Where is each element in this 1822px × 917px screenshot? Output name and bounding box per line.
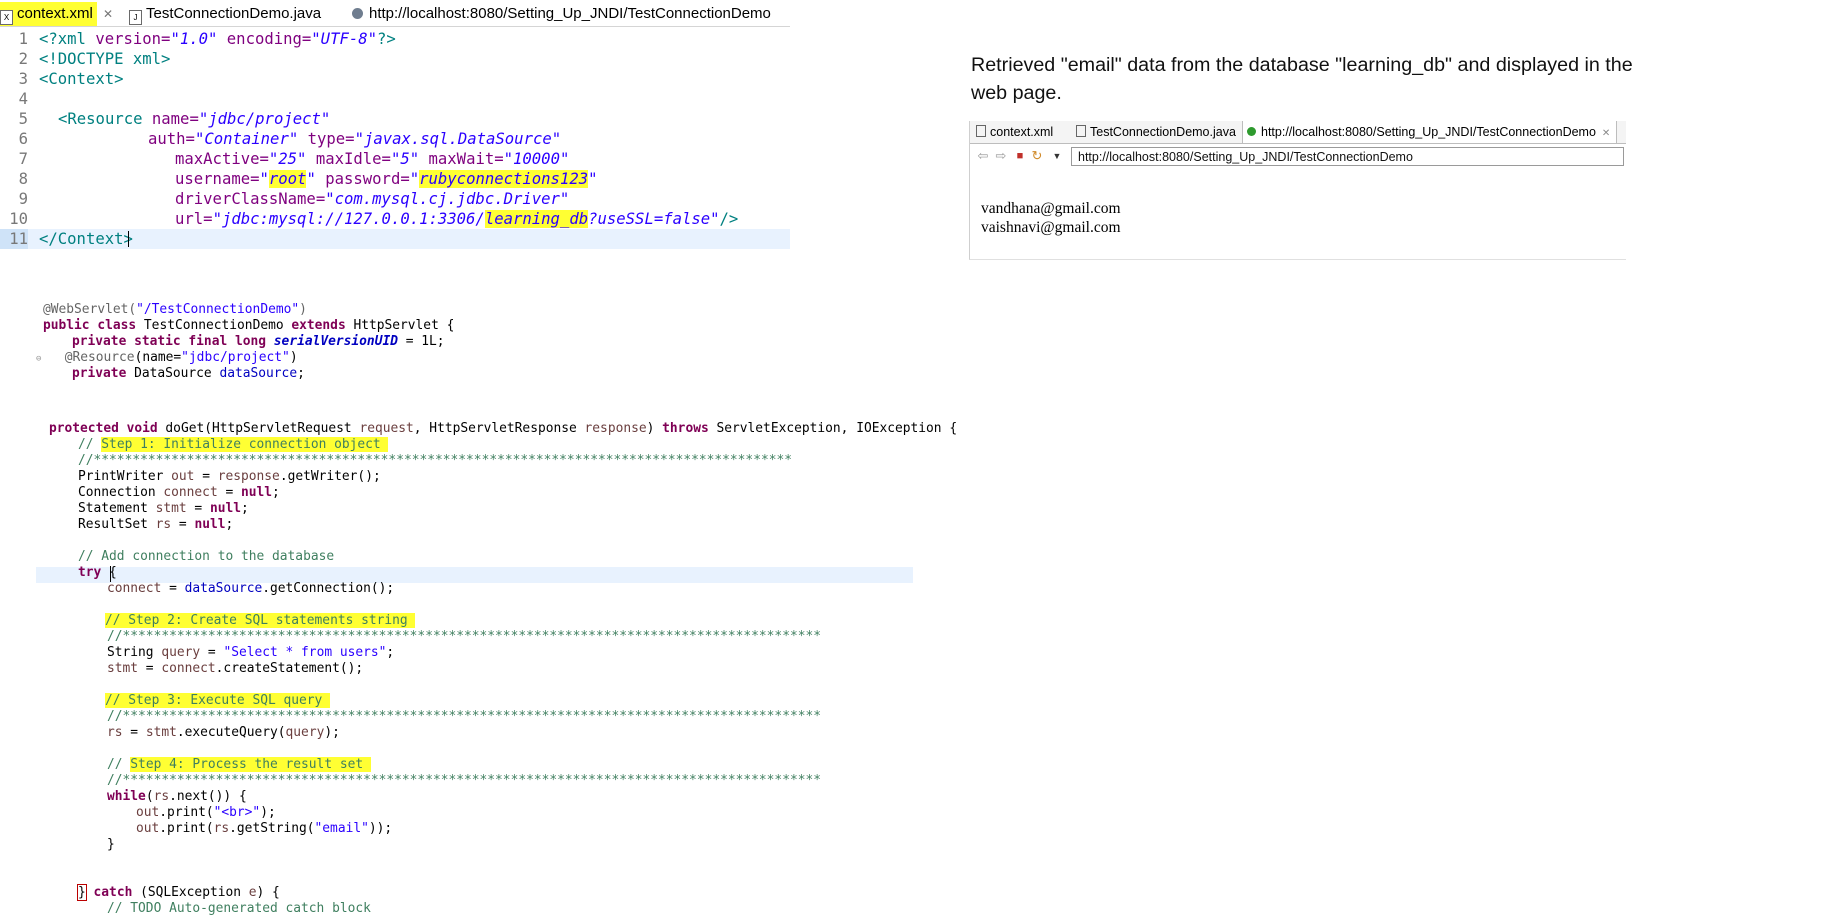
text-cursor <box>128 231 129 247</box>
code-line: out.print("<br>"); <box>136 805 276 820</box>
tab-browser[interactable]: http://localhost:8080/Setting_Up_JNDI/Te… <box>352 2 771 26</box>
code-line: protected void doGet(HttpServletRequest … <box>49 421 958 436</box>
tab-browser[interactable]: http://localhost:8080/Setting_Up_JNDI/Te… <box>1242 121 1618 143</box>
forward-icon[interactable]: ⇨ <box>994 149 1008 163</box>
annotation-text: Retrieved "email" data from the database… <box>971 54 1633 104</box>
current-line: 11 </Context> <box>0 229 790 249</box>
code-line: // Step 3: Execute SQL query <box>105 693 331 709</box>
page-content: vandhana@gmail.com vaishnavi@gmail.com <box>981 199 1121 237</box>
code-line: 9 driverClassName="com.mysql.cj.jdbc.Driv… <box>18 190 570 208</box>
code-line: rs = stmt.executeQuery(query); <box>107 725 340 740</box>
stop-icon[interactable]: ■ <box>1013 149 1027 163</box>
code-line: Statement stmt = null; <box>78 501 249 516</box>
xml-file-icon: X <box>0 10 13 25</box>
code-line: PrintWriter out = response.getWriter(); <box>78 469 381 484</box>
highlight: root <box>268 170 307 188</box>
code-line: private static final long serialVersionU… <box>72 334 445 349</box>
tab-label: TestConnectionDemo.java <box>146 5 322 22</box>
code-line: //**************************************… <box>107 709 821 724</box>
code-line: public class TestConnectionDemo extends … <box>43 318 455 333</box>
browser-tab-bar: context.xml TestConnectionDemo.java http… <box>970 121 1626 144</box>
code-line: 10 url="jdbc:mysql://127.0.0.1:3306/learn… <box>9 210 739 228</box>
code-line: //**************************************… <box>78 453 792 468</box>
highlight: Step 1: Initialize connection object <box>101 437 389 452</box>
code-line: //**************************************… <box>107 773 821 788</box>
result-email: vaishnavi@gmail.com <box>981 219 1121 236</box>
editor-tab-bar: Xcontext.xml ✕ J TestConnectionDemo.java … <box>0 2 790 27</box>
code-line: connect = dataSource.getConnection(); <box>107 581 395 596</box>
close-icon[interactable]: ✕ <box>1602 128 1610 139</box>
refresh-icon[interactable]: ↻ <box>1030 149 1044 163</box>
tab-label: http://localhost:8080/Setting_Up_JNDI/Te… <box>369 5 771 22</box>
code-line: String query = "Select * from users"; <box>107 645 395 660</box>
dropdown-icon[interactable]: ▼ <box>1050 149 1064 163</box>
code-line: ResultSet rs = null; <box>78 517 234 532</box>
code-line: } <box>107 837 115 852</box>
result-email: vandhana@gmail.com <box>981 200 1121 217</box>
code-line: 8 username="root" password="rubyconnectio… <box>18 170 598 188</box>
globe-icon <box>1247 127 1256 136</box>
xml-editor[interactable]: 1 <?xml version="1.0" encoding="UTF-8"?> … <box>0 29 790 249</box>
java-file-icon: J <box>129 10 142 25</box>
code-line: try { <box>78 565 117 580</box>
text-cursor <box>110 566 111 582</box>
code-line: //**************************************… <box>107 629 821 644</box>
code-line: // Step 1: Initialize connection object <box>78 437 389 452</box>
code-line: out.print(rs.getString("email")); <box>136 821 393 836</box>
code-line: while(rs.next()) { <box>107 789 247 804</box>
code-line: } catch (SQLException e) { <box>77 884 280 901</box>
code-line: private DataSource dataSource; <box>72 366 305 381</box>
code-line: 5 <Resource name="jdbc/project" <box>18 110 331 128</box>
code-line: @WebServlet("/TestConnectionDemo") <box>43 302 307 317</box>
code-line: // Step 2: Create SQL statements string <box>105 613 416 629</box>
code-line: // Add connection to the database <box>78 549 335 564</box>
code-line: 6 auth="Container" type="javax.sql.DataSo… <box>18 130 562 148</box>
code-line: 4 <box>18 90 28 108</box>
fold-icon[interactable]: ⊖ <box>36 354 41 364</box>
tab-testconnectiondemo-java[interactable]: J TestConnectionDemo.java <box>129 2 321 26</box>
tab-context-xml[interactable]: context.xml <box>976 121 1053 143</box>
code-line: 3 <Context> <box>18 70 124 88</box>
code-line: Connection connect = null; <box>78 485 280 500</box>
code-line: 7 maxActive="25" maxIdle="5" maxWait="100… <box>18 150 570 168</box>
highlight: // Step 3: Execute SQL query <box>105 693 331 708</box>
code-line: stmt = connect.createStatement(); <box>107 661 364 676</box>
tab-context-xml[interactable]: Xcontext.xml <box>0 2 97 26</box>
globe-icon <box>352 8 363 19</box>
code-line: ⊖ @Resource(name="jdbc/project") <box>36 350 298 365</box>
highlight: // Step 2: Create SQL statements string <box>105 613 416 628</box>
code-line: // TODO Auto-generated catch block <box>107 901 371 916</box>
browser-toolbar: ⇦ ⇨ ■ ↻ ▼ http://localhost:8080/Setting_… <box>970 145 1626 169</box>
java-file-icon <box>1076 125 1086 137</box>
tab-label: context.xml <box>17 5 93 22</box>
code-line: 1 <?xml version="1.0" encoding="UTF-8"?> <box>18 30 396 48</box>
tab-testconnectiondemo-java[interactable]: TestConnectionDemo.java <box>1076 121 1236 143</box>
code-line: 2 <!DOCTYPE xml> <box>18 50 171 68</box>
highlight: learning_db <box>484 210 589 228</box>
code-line: // Step 4: Process the result set <box>107 757 371 772</box>
highlight: rubyconnections123 <box>419 170 589 188</box>
highlight: Step 4: Process the result set <box>130 757 371 772</box>
close-icon[interactable]: ✕ <box>103 2 113 26</box>
url-bar[interactable]: http://localhost:8080/Setting_Up_JNDI/Te… <box>1071 147 1624 166</box>
back-icon[interactable]: ⇦ <box>976 149 990 163</box>
xml-file-icon <box>976 125 986 137</box>
browser-panel: context.xml TestConnectionDemo.java http… <box>969 121 1626 260</box>
